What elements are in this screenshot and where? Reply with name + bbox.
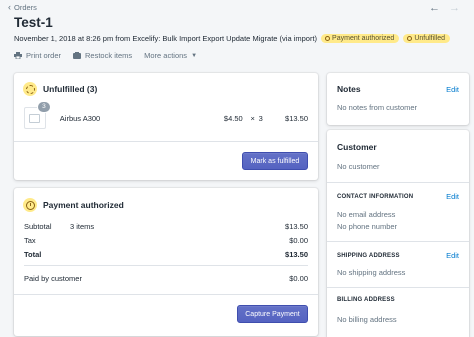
divider [24, 265, 308, 266]
item-quantity: 3 [258, 113, 263, 123]
back-label: Orders [14, 3, 37, 12]
times-sign: × [250, 113, 255, 123]
order-meta-text: November 1, 2018 at 8:26 pm from Excelif… [14, 34, 318, 43]
product-name-link[interactable]: Airbus A300 [60, 114, 213, 123]
status-dot-icon [407, 36, 413, 41]
order-pager: ← → [429, 2, 460, 14]
mark-as-fulfilled-button[interactable]: Mark as fulfilled [242, 152, 308, 170]
subtotal-row: Subtotal 3 items $13.50 [24, 222, 308, 231]
page-title: Test-1 [14, 15, 53, 30]
billing-body: No billing address [337, 315, 459, 324]
line-item: 3 Airbus A300 $4.50 × 3 $13.50 [24, 101, 308, 129]
status-badge-payment: Payment authorized [321, 34, 400, 43]
unfulfilled-icon [23, 82, 37, 96]
no-shipping: No shipping address [337, 268, 406, 277]
arrow-right-icon[interactable]: → [449, 2, 460, 14]
tax-row: Tax $0.00 [24, 236, 308, 245]
divider [327, 182, 469, 183]
order-meta: November 1, 2018 at 8:26 pm from Excelif… [14, 34, 451, 43]
no-email: No email address [337, 210, 396, 219]
contact-header: CONTACT INFORMATION Edit [337, 192, 459, 201]
notes-card: Notes Edit No notes from customer [327, 73, 469, 125]
shipping-title: SHIPPING ADDRESS [337, 252, 400, 259]
more-actions-dropdown[interactable]: More actions ▼ [144, 51, 197, 60]
status-badge-fulfillment: Unfulfilled [403, 34, 451, 43]
payment-authorized-icon [23, 198, 37, 212]
divider [14, 294, 318, 295]
notes-header: Notes Edit [337, 84, 459, 94]
image-placeholder-icon [29, 113, 41, 123]
payment-card: Payment authorized Subtotal 3 items $13.… [14, 188, 318, 336]
notes-edit-link[interactable]: Edit [446, 85, 459, 94]
no-phone: No phone number [337, 222, 398, 231]
contact-title: CONTACT INFORMATION [337, 193, 414, 200]
arrow-left-icon[interactable]: ← [429, 2, 440, 14]
fulfillment-card: Unfulfilled (3) 3 Airbus A300 $4.50 × 3 … [14, 73, 318, 180]
back-to-orders-link[interactable]: ‹ Orders [8, 2, 37, 13]
paid-by-customer-row: Paid by customer $0.00 [24, 274, 308, 283]
shipping-body: No shipping address [337, 268, 459, 277]
billing-header: BILLING ADDRESS [337, 297, 459, 303]
billing-title: BILLING ADDRESS [337, 297, 395, 303]
quantity-badge: 3 [37, 101, 51, 113]
shipping-header: SHIPPING ADDRESS Edit [337, 251, 459, 260]
divider [327, 287, 469, 288]
fulfillment-title: Unfulfilled (3) [43, 84, 98, 94]
restock-icon [73, 52, 82, 59]
capture-payment-button[interactable]: Capture Payment [237, 305, 308, 323]
divider [14, 141, 318, 142]
customer-title: Customer [337, 142, 377, 152]
caret-down-icon: ▼ [191, 52, 198, 59]
status-dot-icon [325, 36, 331, 41]
phone-row: No phone number [337, 222, 459, 231]
payment-title: Payment authorized [43, 200, 124, 210]
order-actions: Print order Restock items More actions ▼ [14, 51, 197, 60]
customer-empty: No customer [337, 162, 380, 171]
print-order-button[interactable]: Print order [14, 51, 61, 60]
notes-title: Notes [337, 84, 361, 94]
no-billing: No billing address [337, 315, 397, 324]
item-price: $4.50 [223, 113, 243, 123]
contact-edit-link[interactable]: Edit [446, 192, 459, 201]
chevron-left-icon: ‹ [8, 2, 11, 12]
shipping-edit-link[interactable]: Edit [446, 251, 459, 260]
customer-body: No customer [337, 162, 459, 171]
payment-header: Payment authorized [23, 198, 124, 212]
customer-card: Customer No customer CONTACT INFORMATION… [327, 130, 469, 337]
email-row: No email address [337, 210, 459, 219]
total-row: Total $13.50 [24, 250, 308, 259]
restock-items-button[interactable]: Restock items [73, 51, 132, 60]
product-thumbnail: 3 [24, 101, 51, 129]
printer-icon [14, 52, 22, 59]
divider [327, 241, 469, 242]
item-total: $13.50 [285, 113, 308, 123]
customer-header: Customer [337, 142, 459, 152]
notes-empty: No notes from customer [337, 103, 418, 112]
fulfillment-header: Unfulfilled (3) [23, 82, 97, 96]
notes-body: No notes from customer [337, 103, 459, 112]
